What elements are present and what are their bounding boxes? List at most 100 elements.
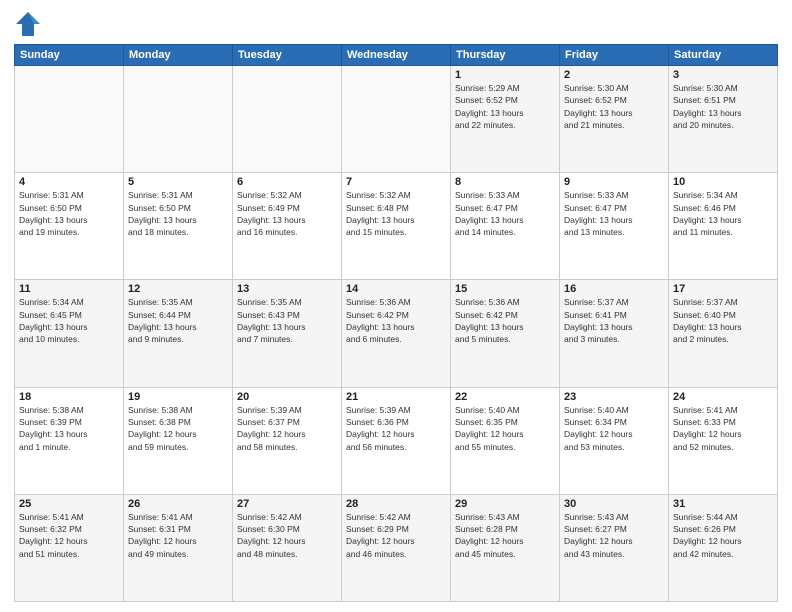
calendar-cell: 21Sunrise: 5:39 AM Sunset: 6:36 PM Dayli… (342, 387, 451, 494)
day-info: Sunrise: 5:41 AM Sunset: 6:31 PM Dayligh… (128, 511, 228, 560)
day-info: Sunrise: 5:39 AM Sunset: 6:36 PM Dayligh… (346, 404, 446, 453)
calendar-cell (124, 66, 233, 173)
day-number: 26 (128, 498, 228, 510)
calendar-cell: 16Sunrise: 5:37 AM Sunset: 6:41 PM Dayli… (560, 280, 669, 387)
day-info: Sunrise: 5:39 AM Sunset: 6:37 PM Dayligh… (237, 404, 337, 453)
header (14, 10, 778, 38)
day-info: Sunrise: 5:30 AM Sunset: 6:52 PM Dayligh… (564, 82, 664, 131)
calendar-week-4: 18Sunrise: 5:38 AM Sunset: 6:39 PM Dayli… (15, 387, 778, 494)
day-info: Sunrise: 5:34 AM Sunset: 6:46 PM Dayligh… (673, 189, 773, 238)
calendar-cell: 28Sunrise: 5:42 AM Sunset: 6:29 PM Dayli… (342, 494, 451, 601)
calendar-cell: 6Sunrise: 5:32 AM Sunset: 6:49 PM Daylig… (233, 173, 342, 280)
calendar-cell: 4Sunrise: 5:31 AM Sunset: 6:50 PM Daylig… (15, 173, 124, 280)
day-number: 22 (455, 391, 555, 403)
weekday-wednesday: Wednesday (342, 45, 451, 66)
day-number: 1 (455, 69, 555, 81)
calendar-table: SundayMondayTuesdayWednesdayThursdayFrid… (14, 44, 778, 602)
day-info: Sunrise: 5:44 AM Sunset: 6:26 PM Dayligh… (673, 511, 773, 560)
day-info: Sunrise: 5:34 AM Sunset: 6:45 PM Dayligh… (19, 296, 119, 345)
day-info: Sunrise: 5:32 AM Sunset: 6:48 PM Dayligh… (346, 189, 446, 238)
day-number: 2 (564, 69, 664, 81)
day-number: 11 (19, 283, 119, 295)
day-info: Sunrise: 5:40 AM Sunset: 6:34 PM Dayligh… (564, 404, 664, 453)
calendar-cell: 26Sunrise: 5:41 AM Sunset: 6:31 PM Dayli… (124, 494, 233, 601)
calendar-cell: 31Sunrise: 5:44 AM Sunset: 6:26 PM Dayli… (669, 494, 778, 601)
day-info: Sunrise: 5:31 AM Sunset: 6:50 PM Dayligh… (128, 189, 228, 238)
day-info: Sunrise: 5:29 AM Sunset: 6:52 PM Dayligh… (455, 82, 555, 131)
calendar-cell: 9Sunrise: 5:33 AM Sunset: 6:47 PM Daylig… (560, 173, 669, 280)
day-number: 21 (346, 391, 446, 403)
day-info: Sunrise: 5:37 AM Sunset: 6:40 PM Dayligh… (673, 296, 773, 345)
day-number: 16 (564, 283, 664, 295)
day-info: Sunrise: 5:36 AM Sunset: 6:42 PM Dayligh… (346, 296, 446, 345)
weekday-friday: Friday (560, 45, 669, 66)
logo-icon (14, 10, 42, 38)
day-info: Sunrise: 5:43 AM Sunset: 6:28 PM Dayligh… (455, 511, 555, 560)
day-info: Sunrise: 5:31 AM Sunset: 6:50 PM Dayligh… (19, 189, 119, 238)
weekday-sunday: Sunday (15, 45, 124, 66)
calendar-week-1: 1Sunrise: 5:29 AM Sunset: 6:52 PM Daylig… (15, 66, 778, 173)
day-info: Sunrise: 5:33 AM Sunset: 6:47 PM Dayligh… (455, 189, 555, 238)
calendar-cell: 1Sunrise: 5:29 AM Sunset: 6:52 PM Daylig… (451, 66, 560, 173)
logo (14, 10, 46, 38)
calendar-week-2: 4Sunrise: 5:31 AM Sunset: 6:50 PM Daylig… (15, 173, 778, 280)
calendar-cell: 18Sunrise: 5:38 AM Sunset: 6:39 PM Dayli… (15, 387, 124, 494)
calendar-cell: 17Sunrise: 5:37 AM Sunset: 6:40 PM Dayli… (669, 280, 778, 387)
calendar-cell: 30Sunrise: 5:43 AM Sunset: 6:27 PM Dayli… (560, 494, 669, 601)
calendar-cell: 13Sunrise: 5:35 AM Sunset: 6:43 PM Dayli… (233, 280, 342, 387)
day-info: Sunrise: 5:42 AM Sunset: 6:29 PM Dayligh… (346, 511, 446, 560)
day-number: 12 (128, 283, 228, 295)
weekday-header-row: SundayMondayTuesdayWednesdayThursdayFrid… (15, 45, 778, 66)
calendar-cell (15, 66, 124, 173)
day-number: 6 (237, 176, 337, 188)
calendar-cell (233, 66, 342, 173)
day-number: 9 (564, 176, 664, 188)
day-number: 23 (564, 391, 664, 403)
day-info: Sunrise: 5:38 AM Sunset: 6:39 PM Dayligh… (19, 404, 119, 453)
calendar-cell: 12Sunrise: 5:35 AM Sunset: 6:44 PM Dayli… (124, 280, 233, 387)
day-number: 31 (673, 498, 773, 510)
day-info: Sunrise: 5:33 AM Sunset: 6:47 PM Dayligh… (564, 189, 664, 238)
day-number: 13 (237, 283, 337, 295)
day-number: 15 (455, 283, 555, 295)
calendar-cell: 5Sunrise: 5:31 AM Sunset: 6:50 PM Daylig… (124, 173, 233, 280)
calendar-cell: 2Sunrise: 5:30 AM Sunset: 6:52 PM Daylig… (560, 66, 669, 173)
day-info: Sunrise: 5:40 AM Sunset: 6:35 PM Dayligh… (455, 404, 555, 453)
day-info: Sunrise: 5:32 AM Sunset: 6:49 PM Dayligh… (237, 189, 337, 238)
calendar-cell: 23Sunrise: 5:40 AM Sunset: 6:34 PM Dayli… (560, 387, 669, 494)
weekday-tuesday: Tuesday (233, 45, 342, 66)
weekday-saturday: Saturday (669, 45, 778, 66)
day-number: 4 (19, 176, 119, 188)
day-number: 29 (455, 498, 555, 510)
day-number: 27 (237, 498, 337, 510)
day-number: 30 (564, 498, 664, 510)
weekday-monday: Monday (124, 45, 233, 66)
day-number: 19 (128, 391, 228, 403)
day-number: 25 (19, 498, 119, 510)
calendar-week-5: 25Sunrise: 5:41 AM Sunset: 6:32 PM Dayli… (15, 494, 778, 601)
calendar-cell: 10Sunrise: 5:34 AM Sunset: 6:46 PM Dayli… (669, 173, 778, 280)
calendar-cell: 14Sunrise: 5:36 AM Sunset: 6:42 PM Dayli… (342, 280, 451, 387)
calendar-cell: 8Sunrise: 5:33 AM Sunset: 6:47 PM Daylig… (451, 173, 560, 280)
day-info: Sunrise: 5:41 AM Sunset: 6:32 PM Dayligh… (19, 511, 119, 560)
day-info: Sunrise: 5:35 AM Sunset: 6:44 PM Dayligh… (128, 296, 228, 345)
calendar-cell: 29Sunrise: 5:43 AM Sunset: 6:28 PM Dayli… (451, 494, 560, 601)
day-info: Sunrise: 5:37 AM Sunset: 6:41 PM Dayligh… (564, 296, 664, 345)
calendar-cell: 3Sunrise: 5:30 AM Sunset: 6:51 PM Daylig… (669, 66, 778, 173)
day-number: 18 (19, 391, 119, 403)
day-number: 24 (673, 391, 773, 403)
day-info: Sunrise: 5:42 AM Sunset: 6:30 PM Dayligh… (237, 511, 337, 560)
calendar-cell: 22Sunrise: 5:40 AM Sunset: 6:35 PM Dayli… (451, 387, 560, 494)
calendar-cell: 11Sunrise: 5:34 AM Sunset: 6:45 PM Dayli… (15, 280, 124, 387)
day-number: 3 (673, 69, 773, 81)
calendar-cell: 20Sunrise: 5:39 AM Sunset: 6:37 PM Dayli… (233, 387, 342, 494)
day-info: Sunrise: 5:30 AM Sunset: 6:51 PM Dayligh… (673, 82, 773, 131)
day-number: 28 (346, 498, 446, 510)
calendar-cell: 19Sunrise: 5:38 AM Sunset: 6:38 PM Dayli… (124, 387, 233, 494)
calendar-cell (342, 66, 451, 173)
calendar-week-3: 11Sunrise: 5:34 AM Sunset: 6:45 PM Dayli… (15, 280, 778, 387)
day-number: 8 (455, 176, 555, 188)
day-info: Sunrise: 5:38 AM Sunset: 6:38 PM Dayligh… (128, 404, 228, 453)
day-info: Sunrise: 5:43 AM Sunset: 6:27 PM Dayligh… (564, 511, 664, 560)
day-info: Sunrise: 5:41 AM Sunset: 6:33 PM Dayligh… (673, 404, 773, 453)
